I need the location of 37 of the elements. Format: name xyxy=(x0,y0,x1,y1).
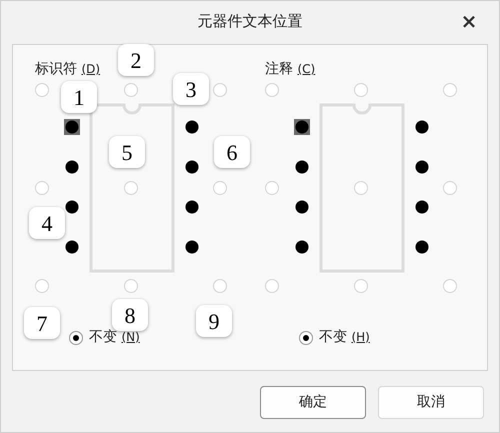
radio-button[interactable] xyxy=(35,181,49,195)
number-callout: 2 xyxy=(118,44,154,76)
dialog-button[interactable]: 取消 xyxy=(378,386,484,419)
radio-button[interactable] xyxy=(354,83,368,97)
number-callout: 8 xyxy=(112,299,148,331)
radio-button[interactable] xyxy=(299,330,313,344)
section-label: 标识符 (D) xyxy=(35,61,102,77)
number-callout: 3 xyxy=(173,73,209,105)
radio-button[interactable] xyxy=(354,181,368,195)
window-title: 元器件文本位置 xyxy=(196,10,304,32)
radio-button[interactable] xyxy=(35,279,49,293)
number-callout: 7 xyxy=(24,307,60,339)
close-button[interactable]: × xyxy=(460,6,478,36)
radio-button[interactable] xyxy=(265,279,279,293)
radio-button[interactable] xyxy=(265,181,279,195)
radio-button[interactable] xyxy=(265,83,279,97)
radio-button[interactable] xyxy=(213,279,227,293)
number-callout: 9 xyxy=(196,305,232,337)
number-callout: 1 xyxy=(61,81,97,113)
radio-button[interactable] xyxy=(124,181,138,195)
radio-button[interactable] xyxy=(213,83,227,97)
radio-button[interactable] xyxy=(35,83,49,97)
radio-button[interactable] xyxy=(124,83,138,97)
number-callout: 4 xyxy=(29,207,65,239)
radio-button[interactable] xyxy=(443,83,457,97)
radio-button[interactable] xyxy=(213,181,227,195)
radio-label: 不变 (N) xyxy=(89,328,140,347)
section-label: 注释 (C) xyxy=(265,61,316,77)
radio-button[interactable] xyxy=(124,279,138,293)
dialog-button[interactable]: 确定 xyxy=(260,386,366,419)
radio-button[interactable] xyxy=(354,279,368,293)
radio-button[interactable] xyxy=(443,181,457,195)
number-callout: 6 xyxy=(214,136,250,168)
radio-button[interactable] xyxy=(443,279,457,293)
number-callout: 5 xyxy=(109,136,145,168)
radio-label: 不变 (H) xyxy=(319,328,370,347)
radio-button[interactable] xyxy=(69,330,83,344)
